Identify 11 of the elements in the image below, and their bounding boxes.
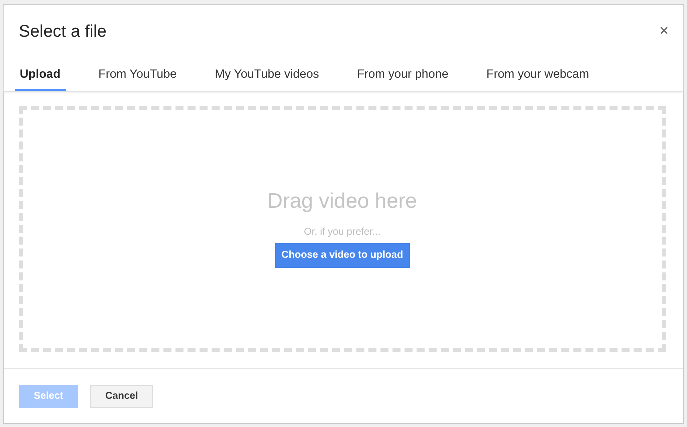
footer-button[interactable]: Cancel [90,385,154,408]
drop-heading: Drag video here [268,190,418,214]
tab[interactable]: From YouTube [94,63,182,91]
dialog-title: Select a file [19,22,107,42]
drop-hint: Or, if you prefer... [304,227,381,238]
choose-video-button[interactable]: Choose a video to upload [274,243,410,268]
tab[interactable]: My YouTube videos [210,63,324,91]
tab[interactable]: Upload [15,63,66,91]
tab[interactable]: From your webcam [482,63,594,91]
close-button[interactable]: × [658,23,671,41]
tab[interactable]: From your phone [352,63,454,91]
